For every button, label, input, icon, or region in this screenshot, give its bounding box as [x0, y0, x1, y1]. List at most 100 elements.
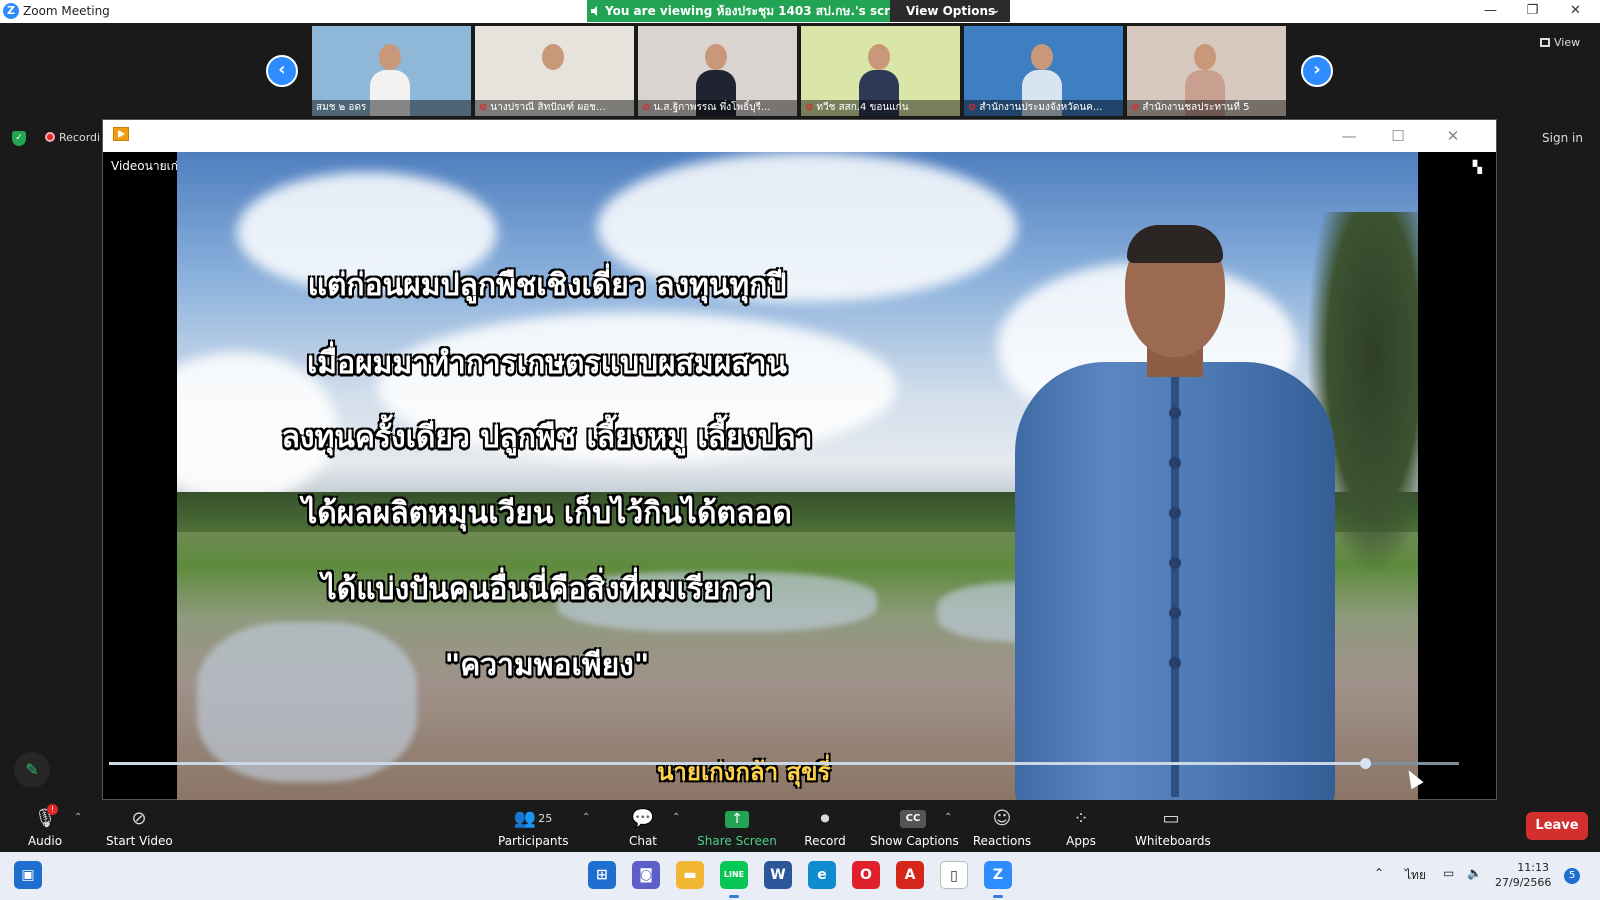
gallery-prev-button[interactable]: ‹	[266, 55, 298, 87]
audio-label: Audio	[27, 834, 63, 848]
fullscreen-icon[interactable]: ▚	[1473, 160, 1482, 174]
speaker-name-caption: นายเก่งกล้า สุขรี่	[657, 757, 831, 786]
shared-minimize-icon: —	[1341, 127, 1357, 145]
volume-icon[interactable]: 🔈	[1467, 866, 1482, 880]
show-captions-button[interactable]: CC Show Captions	[870, 800, 959, 852]
tray-overflow-chevron-icon[interactable]: ⌃	[1374, 866, 1384, 880]
recording-indicator[interactable]: Recordi	[45, 131, 100, 144]
whiteboards-button[interactable]: ▭ Whiteboards	[1135, 800, 1211, 852]
window-title: Zoom Meeting	[23, 4, 110, 18]
participant-thumbnail[interactable]: ⊘ ทวีช สสก.4 ขอนแก่น	[801, 26, 960, 116]
windows-taskbar: ▣ ⊞ ◙ ▬ LINE We O A ▯ Z ⌃ ไทย ▭ 🔈 11:13 27/9/256…	[0, 852, 1600, 900]
teams-icon[interactable]: ◙	[632, 861, 660, 889]
closed-captions-icon: CC	[900, 810, 926, 828]
view-options-button[interactable]: View Options ⌄	[890, 0, 1010, 22]
view-button[interactable]: View	[1540, 36, 1580, 49]
muted-mic-icon: ⊘	[479, 102, 488, 113]
shared-window-titlebar: — ☐ ✕	[103, 120, 1496, 152]
apps-label: Apps	[1066, 834, 1096, 848]
minimize-icon[interactable]: —	[1468, 0, 1513, 23]
running-app-indicator	[993, 895, 1003, 898]
start-menu-icon[interactable]: ⊞	[588, 861, 616, 889]
share-banner-text: You are viewing ห้องประชุม 1403 สป.กษ.'s…	[605, 4, 890, 18]
smiley-plus-icon: ☺	[992, 808, 1012, 829]
speaker-icon	[591, 6, 597, 16]
participant-thumbnail[interactable]: ⊘ สำนักงานชลประทานที่ 5	[1127, 26, 1286, 116]
share-screen-icon-wrap: ↑	[697, 806, 777, 832]
chevron-down-icon: ⌄	[991, 5, 1000, 16]
restore-icon[interactable]: ❐	[1510, 0, 1555, 23]
shared-maximize-icon: ☐	[1391, 127, 1405, 145]
caption-line: แต่ก่อนผมปลูกพืชเชิงเดี่ยว ลงทุนทุกปี	[307, 268, 787, 303]
recording-label: Recordi	[59, 131, 101, 144]
participant-thumbnail[interactable]: ⊘ น.ส.ฐิกาพรรณ พึ่งโพธิ์บุรี...	[638, 26, 797, 116]
apps-grid-icon: ⁘	[1073, 808, 1089, 829]
apps-button[interactable]: ⁘ Apps	[1060, 800, 1102, 852]
start-video-button[interactable]: ⊘ Start Video	[106, 800, 173, 852]
zoom-icon[interactable]: Z	[984, 861, 1012, 889]
share-screen-button[interactable]: ↑ Share Screen	[697, 800, 777, 852]
reactions-label: Reactions	[972, 834, 1032, 848]
sign-in-link[interactable]: Sign in	[1542, 131, 1583, 145]
muted-mic-icon: ⊘	[805, 102, 814, 113]
video-progress-handle[interactable]	[1359, 758, 1371, 769]
muted-mic-icon: ⊘	[968, 102, 977, 113]
input-language[interactable]: ไทย	[1405, 866, 1426, 885]
video-off-icon: ⊘	[131, 808, 147, 829]
participant-name-label: สมช ๒ อดร	[312, 100, 471, 116]
file-explorer-icon[interactable]: ▬	[676, 861, 704, 889]
start-video-label: Start Video	[106, 834, 173, 848]
participant-thumbnail[interactable]: ⊘ นางปราณี สิทปัณฑ์ ผอช...	[475, 26, 634, 116]
chat-options-caret-icon[interactable]: ⌃	[672, 812, 680, 823]
edge-icon[interactable]: e	[808, 861, 836, 889]
recording-dot-icon	[45, 132, 55, 142]
caption-line: ลงทุนครั้งเดียว ปลูกพืช เลี้ยงหมู เลี้ยง…	[281, 420, 813, 455]
audio-warning-badge: !	[47, 804, 58, 815]
record-button[interactable]: ⏺ Record	[800, 800, 850, 852]
participant-name-label: ⊘ น.ส.ฐิกาพรรณ พึ่งโพธิ์บุรี...	[638, 100, 797, 116]
line-icon[interactable]: LINE	[720, 861, 748, 889]
audio-button[interactable]: 🎙 Audio !	[22, 800, 68, 852]
participants-options-caret-icon[interactable]: ⌃	[582, 812, 590, 823]
participant-head	[868, 44, 890, 70]
video-frame: แต่ก่อนผมปลูกพืชเชิงเดี่ยว ลงทุนทุกปี เม…	[177, 152, 1418, 800]
microphone-icon: 🎙	[33, 808, 57, 829]
shirt-button	[1169, 607, 1181, 619]
shared-close-icon: ✕	[1446, 127, 1460, 145]
notification-count-badge[interactable]: 5	[1564, 868, 1580, 884]
opera-icon[interactable]: O	[852, 861, 880, 889]
shared-video-window: — ☐ ✕ Videoนายเก่งกล้า ▚ แต่ก่อนผมปลูกพื…	[102, 119, 1497, 800]
network-icon[interactable]: ▭	[1443, 866, 1454, 880]
participants-count: 25	[538, 812, 553, 825]
caption-line: เมื่อผมมาทำการเกษตรแบบผสมผสาน	[307, 346, 787, 381]
record-icon: ⏺	[820, 808, 830, 829]
notepad-icon[interactable]: ▯	[940, 861, 968, 889]
participant-thumbnail[interactable]: ⊘ สำนักงานประมงจังหวัดนค...	[964, 26, 1123, 116]
farmer-hair	[1127, 225, 1223, 263]
shirt-button	[1169, 457, 1181, 469]
participant-name: น.ส.ฐิกาพรรณ พึ่งโพธิ์บุรี...	[653, 102, 771, 113]
shirt-button	[1169, 657, 1181, 669]
participant-thumbnail[interactable]: สมช ๒ อดร	[312, 26, 471, 116]
participants-button[interactable]: 👥 25 Participants	[498, 800, 569, 852]
video-progress-bar[interactable]	[109, 758, 1459, 769]
widgets-icon[interactable]: ▣	[14, 861, 42, 889]
acrobat-icon[interactable]: A	[896, 861, 924, 889]
word-icon[interactable]: W	[764, 861, 792, 889]
system-clock[interactable]: 11:13 27/9/2566	[1495, 860, 1551, 890]
annotate-pen-icon[interactable]: ✎	[14, 752, 50, 788]
media-player-icon	[113, 127, 129, 141]
gallery-next-button[interactable]: ›	[1301, 55, 1333, 87]
window-titlebar: Z Zoom Meeting You are viewing ห้องประชุ…	[0, 0, 1600, 23]
running-app-indicator	[729, 895, 739, 898]
participant-name-label: ⊘ สำนักงานประมงจังหวัดนค...	[964, 100, 1123, 116]
close-icon[interactable]: ✕	[1553, 0, 1598, 23]
leave-button[interactable]: Leave	[1526, 812, 1588, 840]
captions-options-caret-icon[interactable]: ⌃	[944, 812, 952, 823]
zoom-logo-icon: Z	[3, 3, 19, 19]
audio-options-caret-icon[interactable]: ⌃	[74, 812, 82, 823]
muted-mic-icon: ⊘	[1131, 102, 1140, 113]
security-shield-icon[interactable]: ✓	[12, 131, 26, 146]
reactions-button[interactable]: ☺ Reactions	[972, 800, 1032, 852]
chat-button[interactable]: 💬 Chat	[622, 800, 664, 852]
